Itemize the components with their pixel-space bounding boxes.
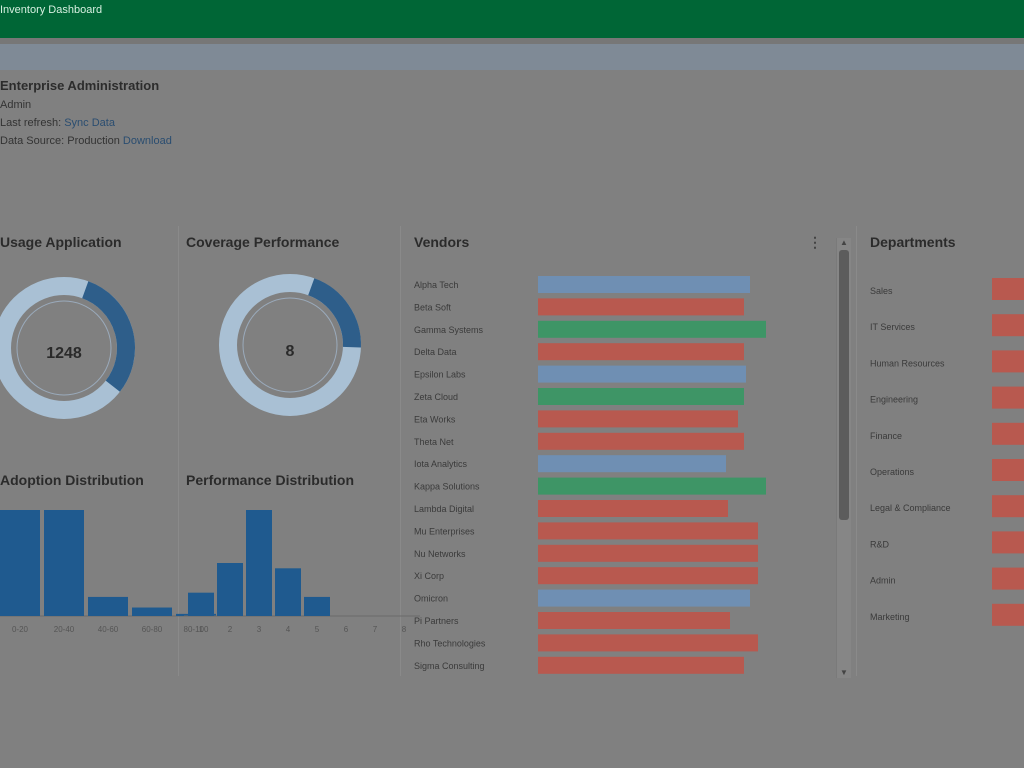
vendor-bar [538, 500, 728, 517]
tick-label: 60-80 [142, 625, 163, 634]
vendors-scrollbar[interactable]: ▲ ▼ [836, 238, 851, 678]
tick-label: 3 [257, 625, 262, 634]
department-bar [992, 495, 1024, 518]
vendor-label: Sigma Consulting [414, 661, 485, 671]
vendor-bar [538, 365, 746, 383]
vendor-bar [538, 634, 758, 652]
vendor-label: Mu Enterprises [414, 526, 475, 536]
department-label: R&D [870, 539, 890, 549]
tick-label: 5 [315, 625, 320, 634]
vendor-label: Epsilon Labs [414, 370, 466, 380]
vendor-bar [538, 522, 758, 540]
vendor-label: Omicron [414, 594, 448, 604]
vendor-label: Iota Analytics [414, 459, 468, 469]
department-label: Finance [870, 431, 902, 441]
vendor-bar [538, 477, 766, 495]
tick-label: 7 [373, 625, 378, 634]
vendor-label: Zeta Cloud [414, 392, 458, 402]
department-label: Operations [870, 467, 915, 477]
tick-label: 8 [402, 625, 407, 634]
vendor-bar [538, 656, 744, 674]
tick-label: 2 [228, 625, 233, 634]
histogram-bar [246, 510, 272, 616]
department-label: Human Resources [870, 358, 945, 368]
department-label: IT Services [870, 322, 915, 332]
vendor-label: Xi Corp [414, 571, 444, 581]
tick-label: 40-60 [98, 625, 119, 634]
vendor-bar [538, 612, 730, 629]
scroll-up-icon[interactable]: ▲ [837, 238, 851, 248]
charts-canvas: 1248 8 0-20 20-40 40-60 60-80 80-100 1 2 3 4 5 6 7… [0, 274, 1024, 674]
tick-label: 6 [344, 625, 349, 634]
vendor-bar [538, 320, 766, 338]
donut-segment [307, 278, 361, 348]
department-label: Sales [870, 286, 893, 296]
department-bar [992, 531, 1024, 554]
vendor-bar [538, 276, 750, 293]
department-bar [992, 422, 1024, 445]
department-label: Engineering [870, 395, 918, 405]
department-bar [992, 386, 1024, 409]
tick-label: 4 [286, 625, 291, 634]
tick-label: 20-40 [54, 625, 75, 634]
vendor-label: Kappa Solutions [414, 482, 480, 492]
vendor-bar [538, 567, 758, 585]
vendor-label: Lambda Digital [414, 504, 474, 514]
department-bar [992, 459, 1024, 481]
tick-label: 80-100 [184, 625, 209, 634]
vendor-label: Theta Net [414, 437, 454, 447]
vendor-label: Gamma Systems [414, 325, 484, 335]
vendor-label: Alpha Tech [414, 280, 458, 290]
vendor-label: Eta Works [414, 414, 456, 424]
performance-histogram: 1 2 3 4 5 6 7 8 [184, 510, 420, 634]
histogram-bar [304, 596, 330, 616]
scroll-down-icon[interactable]: ▼ [837, 668, 851, 678]
usage-donut-value: 1248 [46, 345, 82, 362]
departments-bar-chart: Sales IT Services Human Resources Engineeri… [870, 278, 1024, 626]
vendor-bar [538, 410, 738, 428]
vendor-bar [538, 343, 744, 361]
department-bar [992, 567, 1024, 590]
histogram-bar [44, 510, 84, 616]
histogram-bar [132, 607, 172, 616]
vendors-bar-chart: Alpha Tech Beta Soft Gamma Systems Delta Da… [414, 276, 766, 674]
department-bar [992, 314, 1024, 337]
coverage-donut-value: 8 [286, 343, 295, 360]
histogram-bar [88, 596, 128, 616]
department-label: Admin [870, 576, 896, 586]
department-bar [992, 603, 1024, 626]
vendor-label: Nu Networks [414, 549, 466, 559]
vendor-bar [538, 432, 744, 450]
department-bar [992, 350, 1024, 373]
tick-label: 0-20 [12, 625, 29, 634]
department-label: Marketing [870, 612, 910, 622]
histogram-bar [0, 510, 40, 616]
vendor-label: Beta Soft [414, 302, 452, 312]
adoption-histogram: 0-20 20-40 40-60 60-80 80-100 [0, 510, 220, 634]
vendor-bar [538, 388, 744, 405]
histogram-bar [188, 592, 214, 616]
vendor-bar [538, 455, 726, 473]
donut-segment [81, 281, 135, 392]
vendor-bar [538, 298, 744, 316]
department-bar [992, 278, 1024, 300]
histogram-bar [217, 563, 243, 616]
tick-label: 1 [199, 625, 204, 634]
department-label: Legal & Compliance [870, 503, 951, 513]
histogram-bar [275, 568, 301, 616]
vendor-label: Delta Data [414, 347, 457, 357]
scroll-thumb[interactable] [839, 250, 849, 520]
vendor-bar [538, 589, 750, 607]
vendor-label: Rho Technologies [414, 638, 486, 648]
vendor-label: Pi Partners [414, 616, 459, 626]
vendor-bar [538, 544, 758, 562]
